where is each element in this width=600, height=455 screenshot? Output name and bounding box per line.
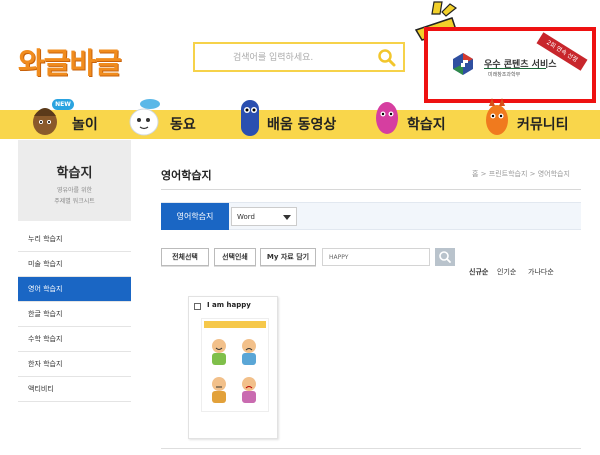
sidebar-subtitle-line2: 주제별 워크시트 <box>54 198 95 205</box>
select-all-button[interactable]: 전체선택 <box>161 248 209 266</box>
breadcrumb[interactable]: 홈 > 프린트학습지 > 영어학습지 <box>472 169 570 179</box>
emotion-sick-image <box>208 375 230 405</box>
acorn-mascot-icon <box>33 108 57 135</box>
award-divider <box>484 68 546 69</box>
page-title: 영어학습지 <box>161 169 212 182</box>
nav-item-learning-videos[interactable]: 배움 동영상 <box>267 110 336 139</box>
keyword-search-button[interactable] <box>435 248 455 266</box>
keyword-input[interactable] <box>322 248 430 266</box>
sidebar-menu: 누리 학습지 미술 학습지 영어 학습지 한글 학습지 수학 학습지 한자 학습… <box>18 227 131 402</box>
sidebar-header: 학습지 영유아를 위한 주제별 워크시트 <box>18 140 131 221</box>
sidebar-title: 학습지 <box>56 166 93 181</box>
emotion-sad-image <box>238 337 260 367</box>
worksheet-thumbnail[interactable] <box>201 318 269 412</box>
search-input[interactable] <box>231 49 385 67</box>
sort-popular[interactable]: 인기순 <box>497 267 516 277</box>
award-organization: 미래창조과학부 <box>488 72 521 78</box>
sidebar-item-hanja[interactable]: 한자 학습지 <box>18 352 131 377</box>
content-bottom-divider <box>161 448 581 449</box>
category-select[interactable]: Word <box>231 207 297 226</box>
emotion-happy-image <box>208 337 230 367</box>
pink-mascot-icon <box>376 102 398 134</box>
g-emblem-icon <box>453 53 473 75</box>
site-logo[interactable]: 와글바글 <box>18 40 122 82</box>
card-checkbox[interactable] <box>194 303 201 310</box>
title-divider <box>161 189 581 190</box>
filter-bar: 영어학습지 Word <box>161 202 581 230</box>
nav-item-play[interactable]: 놀이 <box>72 110 98 139</box>
blue-mascot-icon <box>241 100 259 136</box>
worksheet-card[interactable]: I am happy <box>188 296 278 439</box>
award-banner[interactable]: 우수 콘텐츠 서비스 미래창조과학부 2회 연속 선정 <box>424 27 596 103</box>
nav-item-worksheets[interactable]: 학습지 <box>407 110 446 139</box>
cloud-mascot-icon <box>129 99 160 136</box>
add-to-my-data-button[interactable]: My 자료 담기 <box>260 248 316 266</box>
main-nav: 놀이 동요 배움 동영상 학습지 커뮤니티 <box>0 98 600 139</box>
category-select-value: Word <box>237 213 255 221</box>
sidebar-item-english[interactable]: 영어 학습지 <box>18 277 131 302</box>
sort-alphabetical[interactable]: 가나다순 <box>528 267 554 277</box>
search-icon <box>439 251 451 263</box>
nav-item-songs[interactable]: 동요 <box>170 110 196 139</box>
sort-newest[interactable]: 신규순 <box>469 267 488 277</box>
sidebar-item-nuri[interactable]: 누리 학습지 <box>18 227 131 252</box>
sidebar-subtitle-line1: 영유아를 위한 <box>56 187 93 194</box>
orange-mascot-icon <box>486 98 508 135</box>
sidebar-subtitle: 영유아를 위한 주제별 워크시트 <box>18 185 131 207</box>
chevron-down-icon <box>283 215 291 220</box>
thumbnail-header <box>204 321 266 328</box>
sidebar-item-activity[interactable]: 액티비티 <box>18 377 131 402</box>
sidebar-item-hangul[interactable]: 한글 학습지 <box>18 302 131 327</box>
sidebar-item-art[interactable]: 미술 학습지 <box>18 252 131 277</box>
nav-item-community[interactable]: 커뮤니티 <box>517 110 569 139</box>
card-title: I am happy <box>207 301 251 309</box>
search-box <box>193 42 405 72</box>
emotion-angry-image <box>238 375 260 405</box>
search-icon[interactable] <box>377 48 397 68</box>
tab-english-worksheets[interactable]: 영어학습지 <box>161 203 229 230</box>
sidebar-item-math[interactable]: 수학 학습지 <box>18 327 131 352</box>
print-selected-button[interactable]: 선택인쇄 <box>214 248 256 266</box>
